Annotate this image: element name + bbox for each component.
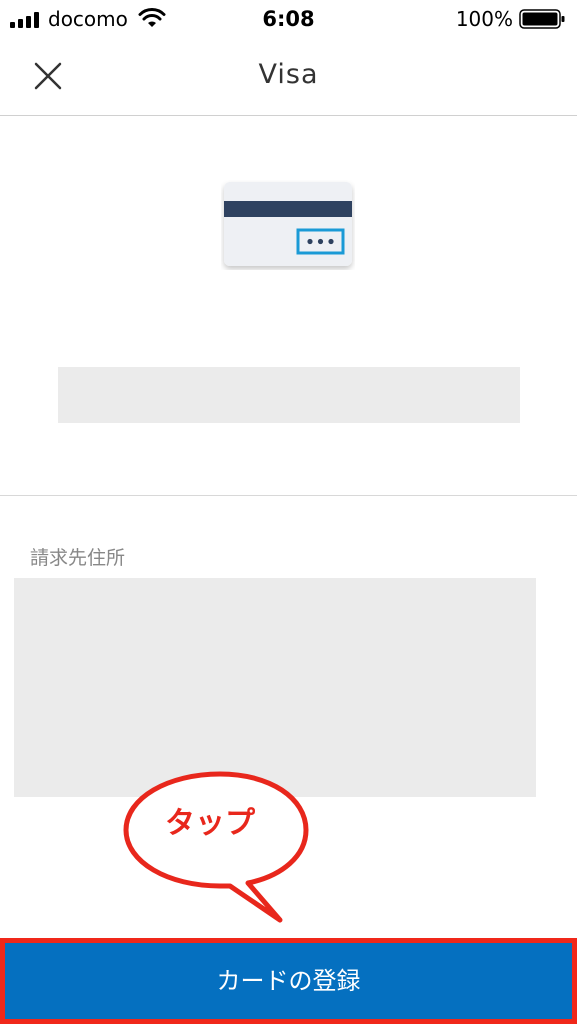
status-bar: docomo 6:08 100% (0, 0, 577, 38)
battery-percentage: 100% (455, 7, 513, 31)
card-number-field (58, 367, 520, 423)
tap-callout-label: タップ (165, 806, 255, 841)
section-divider (0, 495, 577, 496)
register-card-button[interactable]: カードの登録 (0, 938, 577, 1024)
register-card-label: カードの登録 (216, 967, 361, 995)
billing-address-field (14, 578, 536, 797)
tap-callout-bubble (123, 771, 309, 923)
billing-address-label: 請求先住所 (30, 547, 126, 569)
page-title: Visa (258, 59, 319, 90)
navigation-bar: Visa (0, 38, 577, 116)
battery-icon (519, 9, 565, 29)
credit-card-icon (224, 182, 352, 266)
